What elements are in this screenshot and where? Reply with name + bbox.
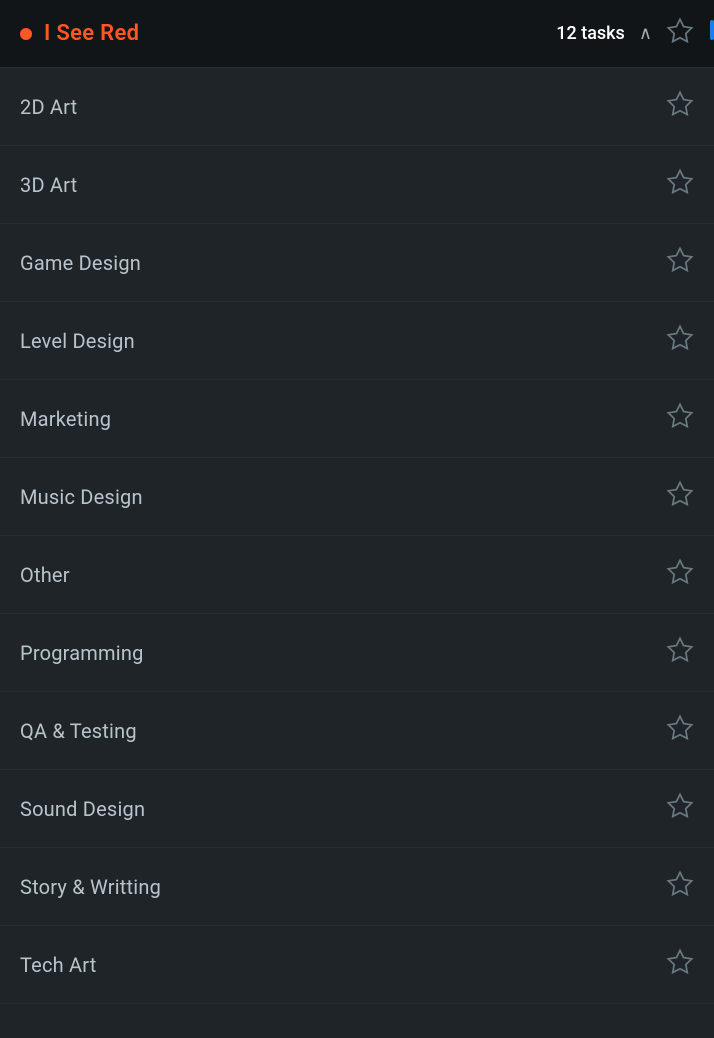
star-button-sound-design[interactable] xyxy=(666,792,694,826)
app-container: I See Red 12 tasks ∧ 2D Art 3D Art Game De… xyxy=(0,0,714,1004)
list-item-other[interactable]: Other xyxy=(0,536,714,614)
star-button-other[interactable] xyxy=(666,558,694,592)
item-label-3d-art: 3D Art xyxy=(20,173,77,197)
star-button-tech-art[interactable] xyxy=(666,948,694,982)
header-right: 12 tasks ∧ xyxy=(556,17,694,51)
item-label-game-design: Game Design xyxy=(20,251,141,275)
list-item-sound-design[interactable]: Sound Design xyxy=(0,770,714,848)
list-item-marketing[interactable]: Marketing xyxy=(0,380,714,458)
star-button-3d-art[interactable] xyxy=(666,168,694,202)
list-item-tech-art[interactable]: Tech Art xyxy=(0,926,714,1004)
list-item-qa-testing[interactable]: QA & Testing xyxy=(0,692,714,770)
star-button-game-design[interactable] xyxy=(666,246,694,280)
header: I See Red 12 tasks ∧ xyxy=(0,0,714,68)
item-label-other: Other xyxy=(20,563,70,587)
item-label-story-writting: Story & Writting xyxy=(20,875,161,899)
star-button-qa-testing[interactable] xyxy=(666,714,694,748)
favorite-button[interactable] xyxy=(666,17,694,51)
item-label-sound-design: Sound Design xyxy=(20,797,145,821)
item-label-level-design: Level Design xyxy=(20,329,135,353)
status-dot xyxy=(20,28,32,40)
list-item-level-design[interactable]: Level Design xyxy=(0,302,714,380)
star-button-story-writting[interactable] xyxy=(666,870,694,904)
tasks-count: 12 tasks xyxy=(556,23,625,44)
list-item-programming[interactable]: Programming xyxy=(0,614,714,692)
star-button-2d-art[interactable] xyxy=(666,90,694,124)
list-item-3d-art[interactable]: 3D Art xyxy=(0,146,714,224)
item-label-music-design: Music Design xyxy=(20,485,143,509)
list-item-story-writting[interactable]: Story & Writting xyxy=(0,848,714,926)
item-label-2d-art: 2D Art xyxy=(20,95,77,119)
star-button-music-design[interactable] xyxy=(666,480,694,514)
list-item-2d-art[interactable]: 2D Art xyxy=(0,68,714,146)
header-left: I See Red xyxy=(20,21,139,46)
item-label-marketing: Marketing xyxy=(20,407,111,431)
category-list: 2D Art 3D Art Game Design Level Design Marke… xyxy=(0,68,714,1004)
item-label-tech-art: Tech Art xyxy=(20,953,96,977)
star-button-level-design[interactable] xyxy=(666,324,694,358)
item-label-qa-testing: QA & Testing xyxy=(20,719,137,743)
page-title: I See Red xyxy=(44,21,139,46)
scrollbar-thumb xyxy=(710,20,714,40)
collapse-button[interactable]: ∧ xyxy=(639,23,652,44)
list-item-music-design[interactable]: Music Design xyxy=(0,458,714,536)
star-button-marketing[interactable] xyxy=(666,402,694,436)
item-label-programming: Programming xyxy=(20,641,144,665)
list-item-game-design[interactable]: Game Design xyxy=(0,224,714,302)
star-button-programming[interactable] xyxy=(666,636,694,670)
